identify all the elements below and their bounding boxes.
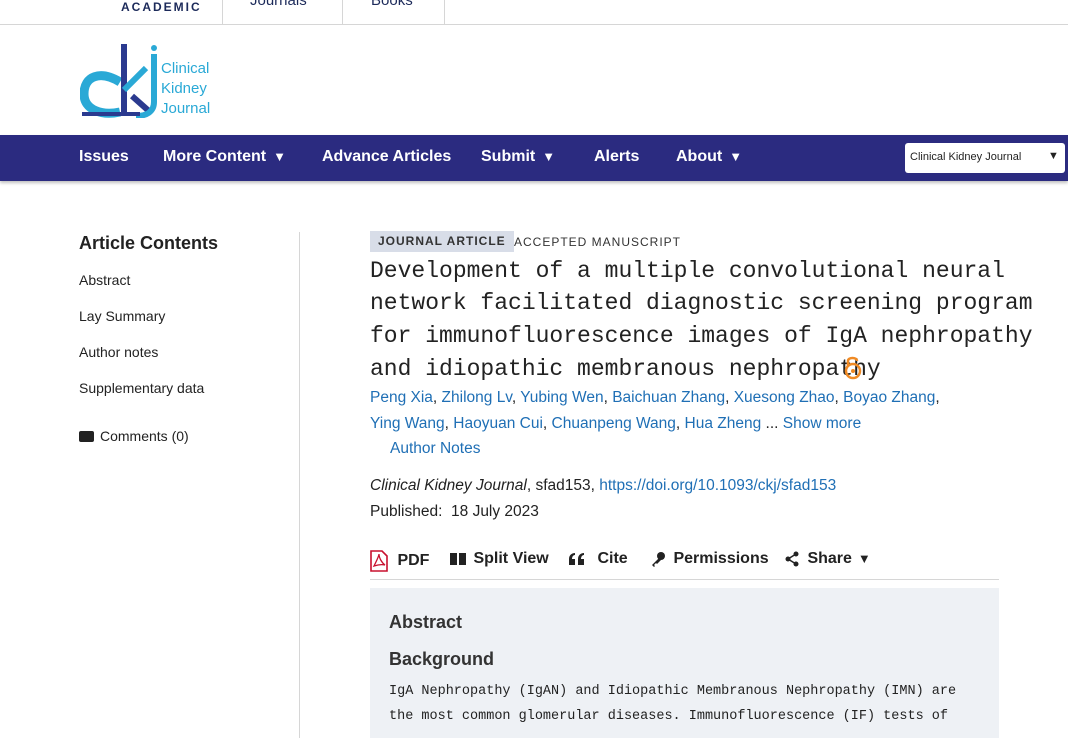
abstract-section: Abstract Background IgA Nephropathy (IgA… (370, 588, 999, 738)
sidebar-link-supplementary[interactable]: Supplementary data (79, 380, 204, 396)
comments-label: Comments (0) (100, 428, 189, 444)
main-nav: Issues More Content ▼ Advance Articles Su… (0, 135, 1068, 181)
journal-name: Clinical Kidney Journal (370, 477, 527, 494)
nav-advance-articles[interactable]: Advance Articles (322, 148, 451, 166)
nav-alerts[interactable]: Alerts (594, 148, 639, 166)
article-toolbar: PDF Split View Cite Permissions Share ▼ (370, 546, 999, 580)
top-strip: ACADEMIC Journals Books (0, 0, 1068, 25)
share-button[interactable]: Share ▼ (784, 550, 871, 568)
nav-advance-articles-label: Advance Articles (322, 148, 452, 165)
logo-wordmark: Clinical Kidney Journal (161, 59, 210, 119)
caret-down-icon: ▼ (729, 149, 743, 164)
abstract-text-line-2: the most common glomerular diseases. Imm… (389, 709, 948, 724)
pdf-button[interactable]: PDF (370, 550, 429, 572)
nav-more-content[interactable]: More Content ▼ (163, 148, 286, 166)
abstract-heading: Abstract (389, 612, 463, 632)
nav-issues[interactable]: Issues (79, 148, 129, 166)
article-title-line-3: for immunofluorescence images of IgA nep… (370, 323, 1033, 349)
pdf-label: PDF (397, 552, 430, 570)
article-type-badge: JOURNAL ARTICLE (370, 231, 514, 252)
article-contents-title: Article Contents (79, 233, 219, 253)
sidebar-link-author-notes[interactable]: Author notes (79, 344, 158, 360)
top-nav-journals[interactable]: Journals (250, 0, 307, 9)
published-date: 18 July 2023 (451, 503, 539, 520)
nav-more-content-label: More Content (163, 148, 267, 165)
caret-down-icon: ▼ (857, 551, 871, 566)
brand-academic[interactable]: ACADEMIC (121, 0, 202, 14)
nav-alerts-label: Alerts (594, 148, 640, 165)
article-title-line-2: network facilitated diagnostic screening… (370, 290, 1033, 316)
author-link[interactable]: Peng Xia (370, 389, 433, 406)
ckj-logo-mark (80, 44, 157, 118)
logo-line-1: Clinical (161, 60, 210, 77)
article-title-line-4: and idiopathic membranous nephropathy (370, 356, 881, 382)
nav-submit-label: Submit (481, 148, 536, 165)
nav-about[interactable]: About ▼ (676, 148, 742, 166)
author-link[interactable]: Zhilong Lv (442, 389, 512, 406)
author-link[interactable]: Baichuan Zhang (612, 389, 725, 406)
journal-select-value: Clinical Kidney Journal (910, 151, 1022, 163)
top-nav-books[interactable]: Books (371, 0, 413, 9)
split-view-label: Split View (473, 550, 549, 567)
doi-link[interactable]: https://doi.org/10.1093/ckj/sfad153 (599, 477, 836, 494)
comment-icon (79, 431, 94, 442)
share-label: Share (807, 550, 852, 567)
cite-label: Cite (597, 550, 628, 567)
sidebar-link-abstract[interactable]: Abstract (79, 272, 130, 288)
sidebar-divider (299, 232, 300, 738)
article-contents-sidebar: Article Contents Abstract Lay Summary Au… (79, 230, 301, 738)
caret-down-icon: ▼ (273, 149, 286, 164)
nav-about-label: About (676, 148, 723, 165)
author-link[interactable]: Ying Wang (370, 415, 445, 432)
journal-select[interactable]: Clinical Kidney Journal ▼ (905, 143, 1065, 173)
authors-line-2: Ying Wang, Haoyuan Cui, Chuanpeng Wang, … (370, 415, 862, 432)
top-nav-journals-sep (222, 0, 223, 25)
top-nav-divider (444, 0, 445, 25)
quote-icon (569, 552, 584, 565)
top-nav-divider (342, 0, 343, 25)
nav-issues-label: Issues (79, 148, 129, 165)
logo-line-3: Journal (161, 100, 211, 117)
author-link[interactable]: Chuanpeng Wang (552, 415, 676, 432)
caret-down-icon: ▼ (542, 149, 556, 164)
author-link[interactable]: Xuesong Zhao (734, 389, 835, 406)
chevron-down-icon: ▼ (1048, 150, 1059, 162)
author-link[interactable]: Boyao Zhang (843, 389, 935, 406)
authors-line-1: Peng Xia, Zhilong Lv, Yubing Wen, Baichu… (370, 389, 940, 406)
share-icon (785, 551, 799, 567)
split-view-icon (450, 552, 466, 565)
nav-submit[interactable]: Submit ▼ (481, 148, 555, 166)
citation-line: Clinical Kidney Journal, sfad153, https:… (370, 477, 837, 494)
pdf-icon (370, 550, 388, 572)
permissions-button[interactable]: Permissions (650, 550, 769, 568)
abstract-text-line-1: IgA Nephropathy (IgAN) and Idiopathic Me… (389, 684, 957, 699)
published-label: Published: (370, 503, 443, 520)
sidebar-link-lay-summary[interactable]: Lay Summary (79, 308, 165, 324)
author-notes-toggle[interactable]: Author Notes (390, 440, 480, 458)
permissions-label: Permissions (673, 550, 769, 567)
cite-button[interactable]: Cite (568, 550, 628, 568)
author-link[interactable]: Haoyuan Cui (453, 415, 543, 432)
author-link[interactable]: Hua Zheng (685, 415, 762, 432)
article-title-line-1: Development of a multiple convolutional … (370, 258, 1005, 284)
author-link[interactable]: Yubing Wen (520, 389, 603, 406)
split-view-button[interactable]: Split View (450, 550, 549, 568)
journal-logo[interactable]: Clinical Kidney Journal (80, 42, 220, 118)
background-subheading: Background (389, 649, 495, 669)
comments-link[interactable]: Comments (0) (79, 428, 189, 444)
published-line: Published: 18 July 2023 (370, 503, 539, 521)
key-icon (652, 551, 665, 567)
open-access-icon (844, 356, 862, 380)
article-id: sfad153 (535, 477, 591, 494)
logo-line-2: Kidney (161, 80, 207, 97)
manuscript-status: ACCEPTED MANUSCRIPT (514, 235, 682, 249)
show-more-authors[interactable]: Show more (783, 415, 861, 432)
